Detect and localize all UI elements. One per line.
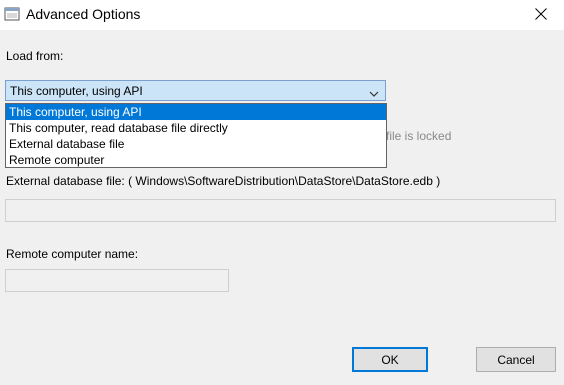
remote-computer-name-input[interactable]	[5, 269, 229, 292]
dropdown-option-api[interactable]: This computer, using API	[6, 104, 386, 120]
remote-computer-label: Remote computer name:	[6, 247, 139, 261]
load-from-label: Load from:	[6, 49, 64, 63]
file-locked-note: file is locked	[386, 129, 452, 143]
chevron-down-icon	[369, 87, 379, 97]
load-from-dropdown-list: This computer, using API This computer, …	[5, 103, 387, 168]
window-title: Advanced Options	[26, 6, 141, 22]
ok-button[interactable]: OK	[352, 347, 428, 372]
external-db-label: External database file: ( Windows\Softwa…	[6, 174, 441, 188]
ok-button-label: OK	[381, 352, 399, 367]
external-db-file-input[interactable]	[5, 199, 556, 222]
dropdown-option-external-db[interactable]: External database file	[6, 136, 386, 152]
close-button[interactable]	[518, 0, 564, 30]
window-app-icon	[4, 6, 20, 22]
load-from-combobox[interactable]: This computer, using API	[5, 80, 386, 101]
dropdown-option-remote[interactable]: Remote computer	[6, 152, 386, 168]
dropdown-option-read-directly[interactable]: This computer, read database file direct…	[6, 120, 386, 136]
close-icon	[535, 7, 547, 23]
cancel-button-label: Cancel	[497, 352, 535, 367]
load-from-selected-value: This computer, using API	[10, 84, 143, 98]
title-bar: Advanced Options	[0, 0, 564, 30]
cancel-button[interactable]: Cancel	[476, 347, 556, 372]
